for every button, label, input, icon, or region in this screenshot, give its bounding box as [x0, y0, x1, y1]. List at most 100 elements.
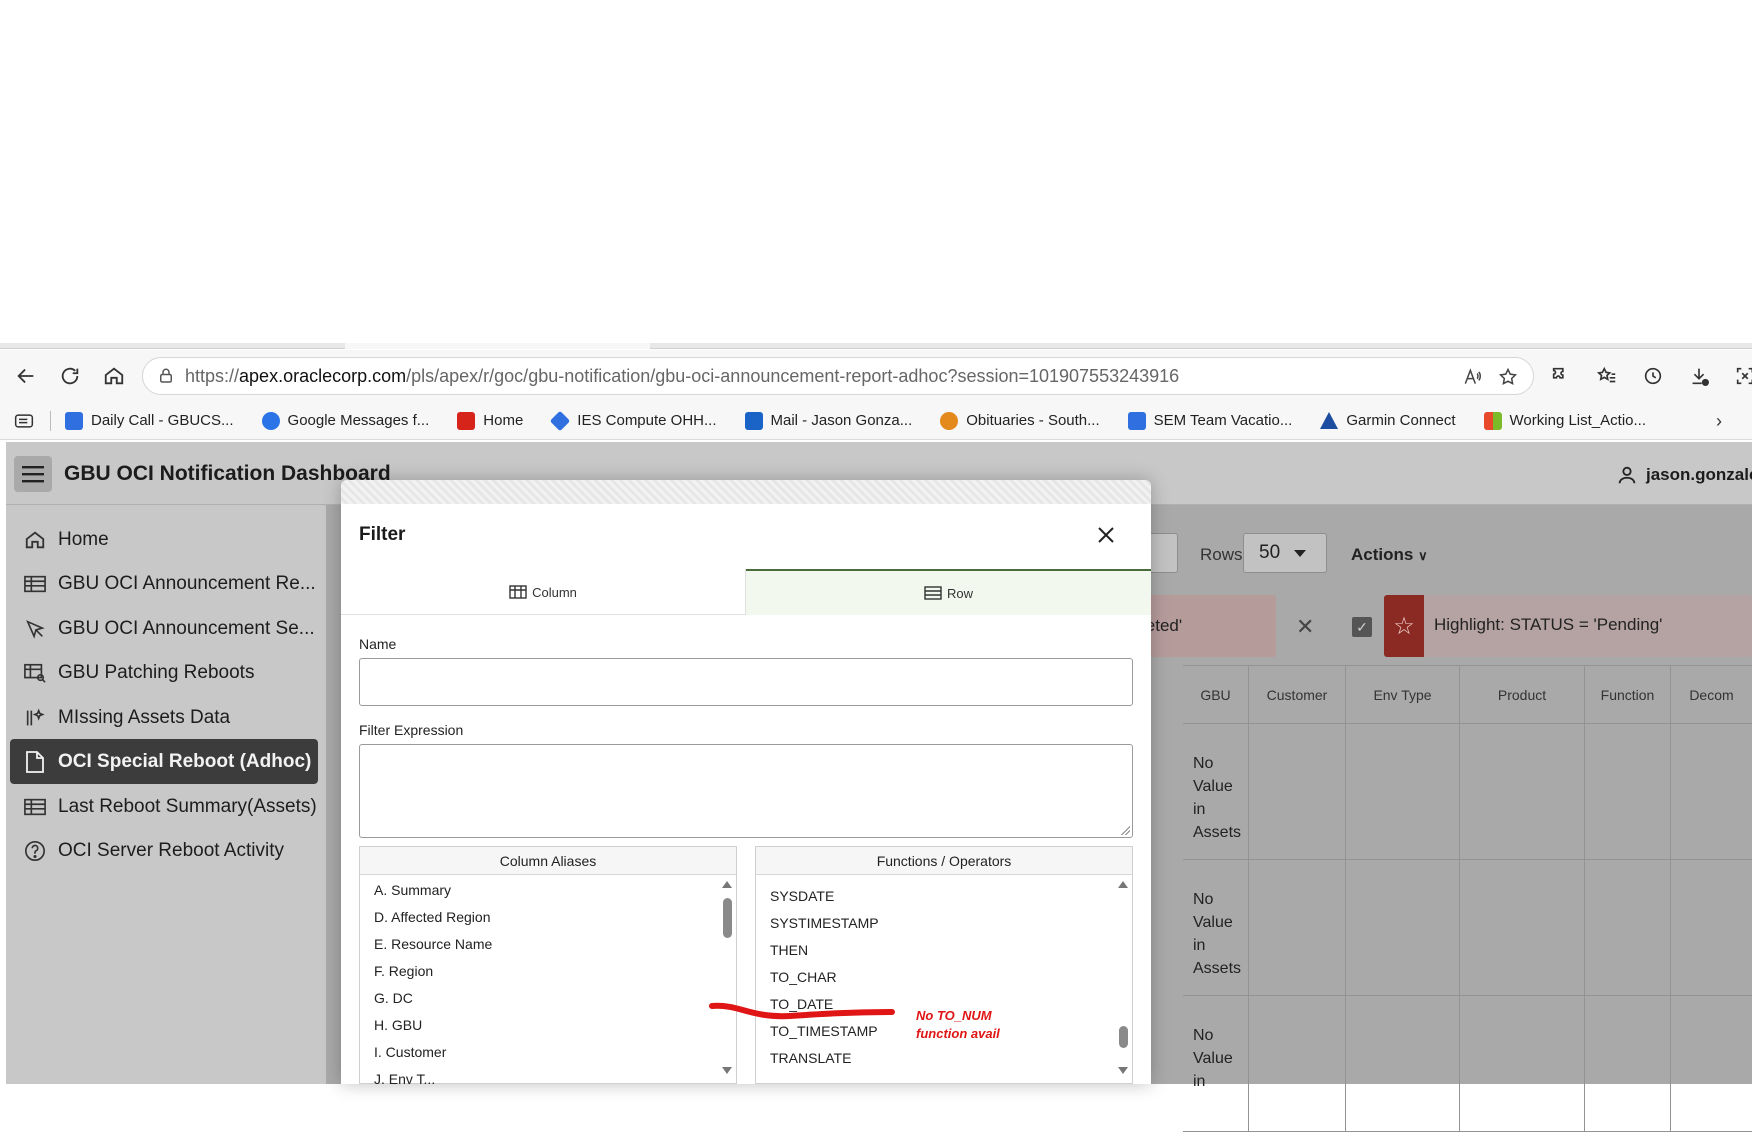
- report-grid: GBU Customer Env Type Product Function D…: [1183, 665, 1752, 1132]
- extensions-icon[interactable]: [1545, 360, 1577, 392]
- bookmark-item[interactable]: Garmin Connect: [1320, 412, 1456, 429]
- list-item[interactable]: G. DC: [374, 985, 492, 1012]
- grid-header: GBU Customer Env Type Product Function D…: [1183, 666, 1752, 724]
- tab-actions-icon[interactable]: [14, 412, 36, 430]
- lock-icon[interactable]: [157, 367, 175, 385]
- highlight-text: Highlight: STATUS = 'Pending': [1434, 615, 1663, 634]
- bookmark-item[interactable]: Working List_Actio...: [1483, 411, 1646, 430]
- annotation-line: No TO_NUM: [916, 1008, 992, 1023]
- bookmark-favicon: [940, 411, 959, 430]
- list-item[interactable]: I. Customer: [374, 1039, 492, 1066]
- sidebar-item-announcement-search[interactable]: GBU OCI Announcement Se...: [10, 606, 318, 651]
- scroll-up-icon[interactable]: [1118, 881, 1128, 888]
- column-header[interactable]: Customer: [1249, 666, 1346, 724]
- url-prefix: https://: [185, 365, 240, 386]
- tab-row[interactable]: Row: [746, 569, 1151, 615]
- scroll-thumb[interactable]: [1119, 1026, 1128, 1048]
- sidebar-item-special-reboot[interactable]: OCI Special Reboot (Adhoc): [10, 739, 318, 784]
- favorites-icon[interactable]: [1591, 360, 1623, 392]
- list-item[interactable]: E. Resource Name: [374, 931, 492, 958]
- column-header[interactable]: Product: [1460, 666, 1585, 724]
- sidebar-item-last-reboot-summary[interactable]: Last Reboot Summary(Assets): [10, 784, 318, 829]
- tab-column[interactable]: Column: [341, 569, 746, 615]
- column-header[interactable]: Decom: [1671, 666, 1752, 724]
- user-menu[interactable]: jason.gonzalez: [1616, 464, 1752, 486]
- list-item[interactable]: SYSDATE: [770, 883, 879, 910]
- scroll-up-icon[interactable]: [722, 881, 732, 888]
- list-item[interactable]: D. Affected Region: [374, 904, 492, 931]
- list-item[interactable]: THEN: [770, 937, 879, 964]
- list-item[interactable]: J. Env T...: [374, 1066, 492, 1084]
- annotation-note: No TO_NUM function avail: [916, 1007, 1000, 1043]
- table-cell: [1585, 996, 1671, 1132]
- dialog-drag-handle[interactable]: [341, 480, 1151, 504]
- sidebar-item-server-reboot-activity[interactable]: OCI Server Reboot Activity: [10, 828, 318, 873]
- close-icon[interactable]: [1091, 520, 1121, 550]
- bookmark-item[interactable]: Mail - Jason Gonza...: [744, 411, 912, 430]
- function-items: SYSDATE SYSTIMESTAMP THEN TO_CHAR TO_DAT…: [770, 883, 879, 1072]
- list-item[interactable]: H. GBU: [374, 1012, 492, 1039]
- hamburger-icon: [22, 466, 44, 483]
- resize-handle-icon[interactable]: [1120, 825, 1130, 835]
- list-item[interactable]: A. Summary: [374, 877, 492, 904]
- sidebar-item-announcement-report[interactable]: GBU OCI Announcement Re...: [10, 561, 318, 606]
- bookmark-item[interactable]: Home: [457, 411, 523, 430]
- read-aloud-icon[interactable]: [1459, 364, 1485, 390]
- column-aliases-list: Column Aliases A. Summary D. Affected Re…: [359, 846, 737, 1084]
- actions-menu-button[interactable]: Actions ∨: [1351, 545, 1428, 565]
- checkbox-checked-icon[interactable]: ✓: [1352, 617, 1372, 637]
- rows-value: 50: [1259, 542, 1281, 563]
- downloads-icon[interactable]: [1683, 360, 1715, 392]
- user-name: jason.gonzalez: [1646, 465, 1752, 484]
- back-icon[interactable]: [10, 360, 42, 392]
- sidebar-item-missing-assets[interactable]: MIssing Assets Data: [10, 695, 318, 740]
- scroll-thumb[interactable]: [723, 898, 732, 938]
- list-item[interactable]: SYSTIMESTAMP: [770, 910, 879, 937]
- scroll-down-icon[interactable]: [1118, 1067, 1128, 1074]
- bookmarks-bar: Daily Call - GBUCS... Google Messages f.…: [0, 402, 1752, 440]
- sidebar-item-home[interactable]: Home: [10, 517, 318, 562]
- refresh-icon[interactable]: [54, 360, 86, 392]
- filter-expression-input[interactable]: [359, 744, 1133, 838]
- filter-expression-label: Filter Expression: [359, 722, 464, 738]
- column-header[interactable]: Env Type: [1346, 666, 1460, 724]
- table-cell: [1346, 996, 1460, 1132]
- filter-chip[interactable]: leted': [1136, 595, 1276, 657]
- red-underline-annotation: [709, 1002, 895, 1020]
- history-icon[interactable]: [1637, 360, 1669, 392]
- close-icon[interactable]: ✕: [1296, 614, 1314, 640]
- bookmark-favicon: [1127, 411, 1146, 430]
- address-bar[interactable]: https://apex.oraclecorp.com/pls/apex/r/g…: [142, 357, 1534, 395]
- home-icon[interactable]: [98, 360, 130, 392]
- menu-toggle-button[interactable]: [14, 456, 52, 492]
- column-aliases-header: Column Aliases: [360, 847, 736, 875]
- table-row: No Value in: [1183, 996, 1752, 1132]
- highlight-chip[interactable]: ☆ Highlight: STATUS = 'Pending': [1384, 595, 1752, 657]
- scroll-down-icon[interactable]: [722, 1067, 732, 1074]
- table-cell: [1249, 860, 1346, 996]
- favorite-star-icon[interactable]: [1495, 364, 1521, 390]
- screenshot-icon[interactable]: [1729, 360, 1752, 392]
- bookmark-item[interactable]: SEM Team Vacatio...: [1127, 411, 1292, 430]
- bookmark-item[interactable]: Obituaries - South...: [940, 411, 1100, 430]
- bookmark-item[interactable]: IES Compute OHH...: [550, 410, 717, 431]
- url-text[interactable]: https://apex.oraclecorp.com/pls/apex/r/g…: [185, 366, 1179, 387]
- column-header[interactable]: GBU: [1183, 666, 1249, 724]
- blank-area: [0, 0, 1752, 343]
- list-item[interactable]: F. Region: [374, 958, 492, 985]
- bookmark-item[interactable]: Google Messages f...: [261, 411, 429, 430]
- active-tab-edge[interactable]: [345, 343, 650, 349]
- list-item[interactable]: TO_CHAR: [770, 964, 879, 991]
- table-icon: [22, 794, 48, 820]
- table-icon: [22, 571, 48, 597]
- sidebar-item-patching-reboots[interactable]: GBU Patching Reboots: [10, 650, 318, 695]
- table-cell-gbu: No Value in: [1183, 996, 1249, 1132]
- row-icon: [924, 586, 942, 600]
- bookmark-item[interactable]: Daily Call - GBUCS...: [65, 411, 234, 430]
- column-header[interactable]: Function: [1585, 666, 1671, 724]
- list-item[interactable]: TRANSLATE: [770, 1045, 879, 1072]
- chevron-right-icon[interactable]: ›: [1716, 411, 1722, 432]
- functions-operators-header: Functions / Operators: [756, 847, 1132, 875]
- name-input[interactable]: [359, 658, 1133, 706]
- rows-per-page-select[interactable]: 50: [1243, 533, 1327, 573]
